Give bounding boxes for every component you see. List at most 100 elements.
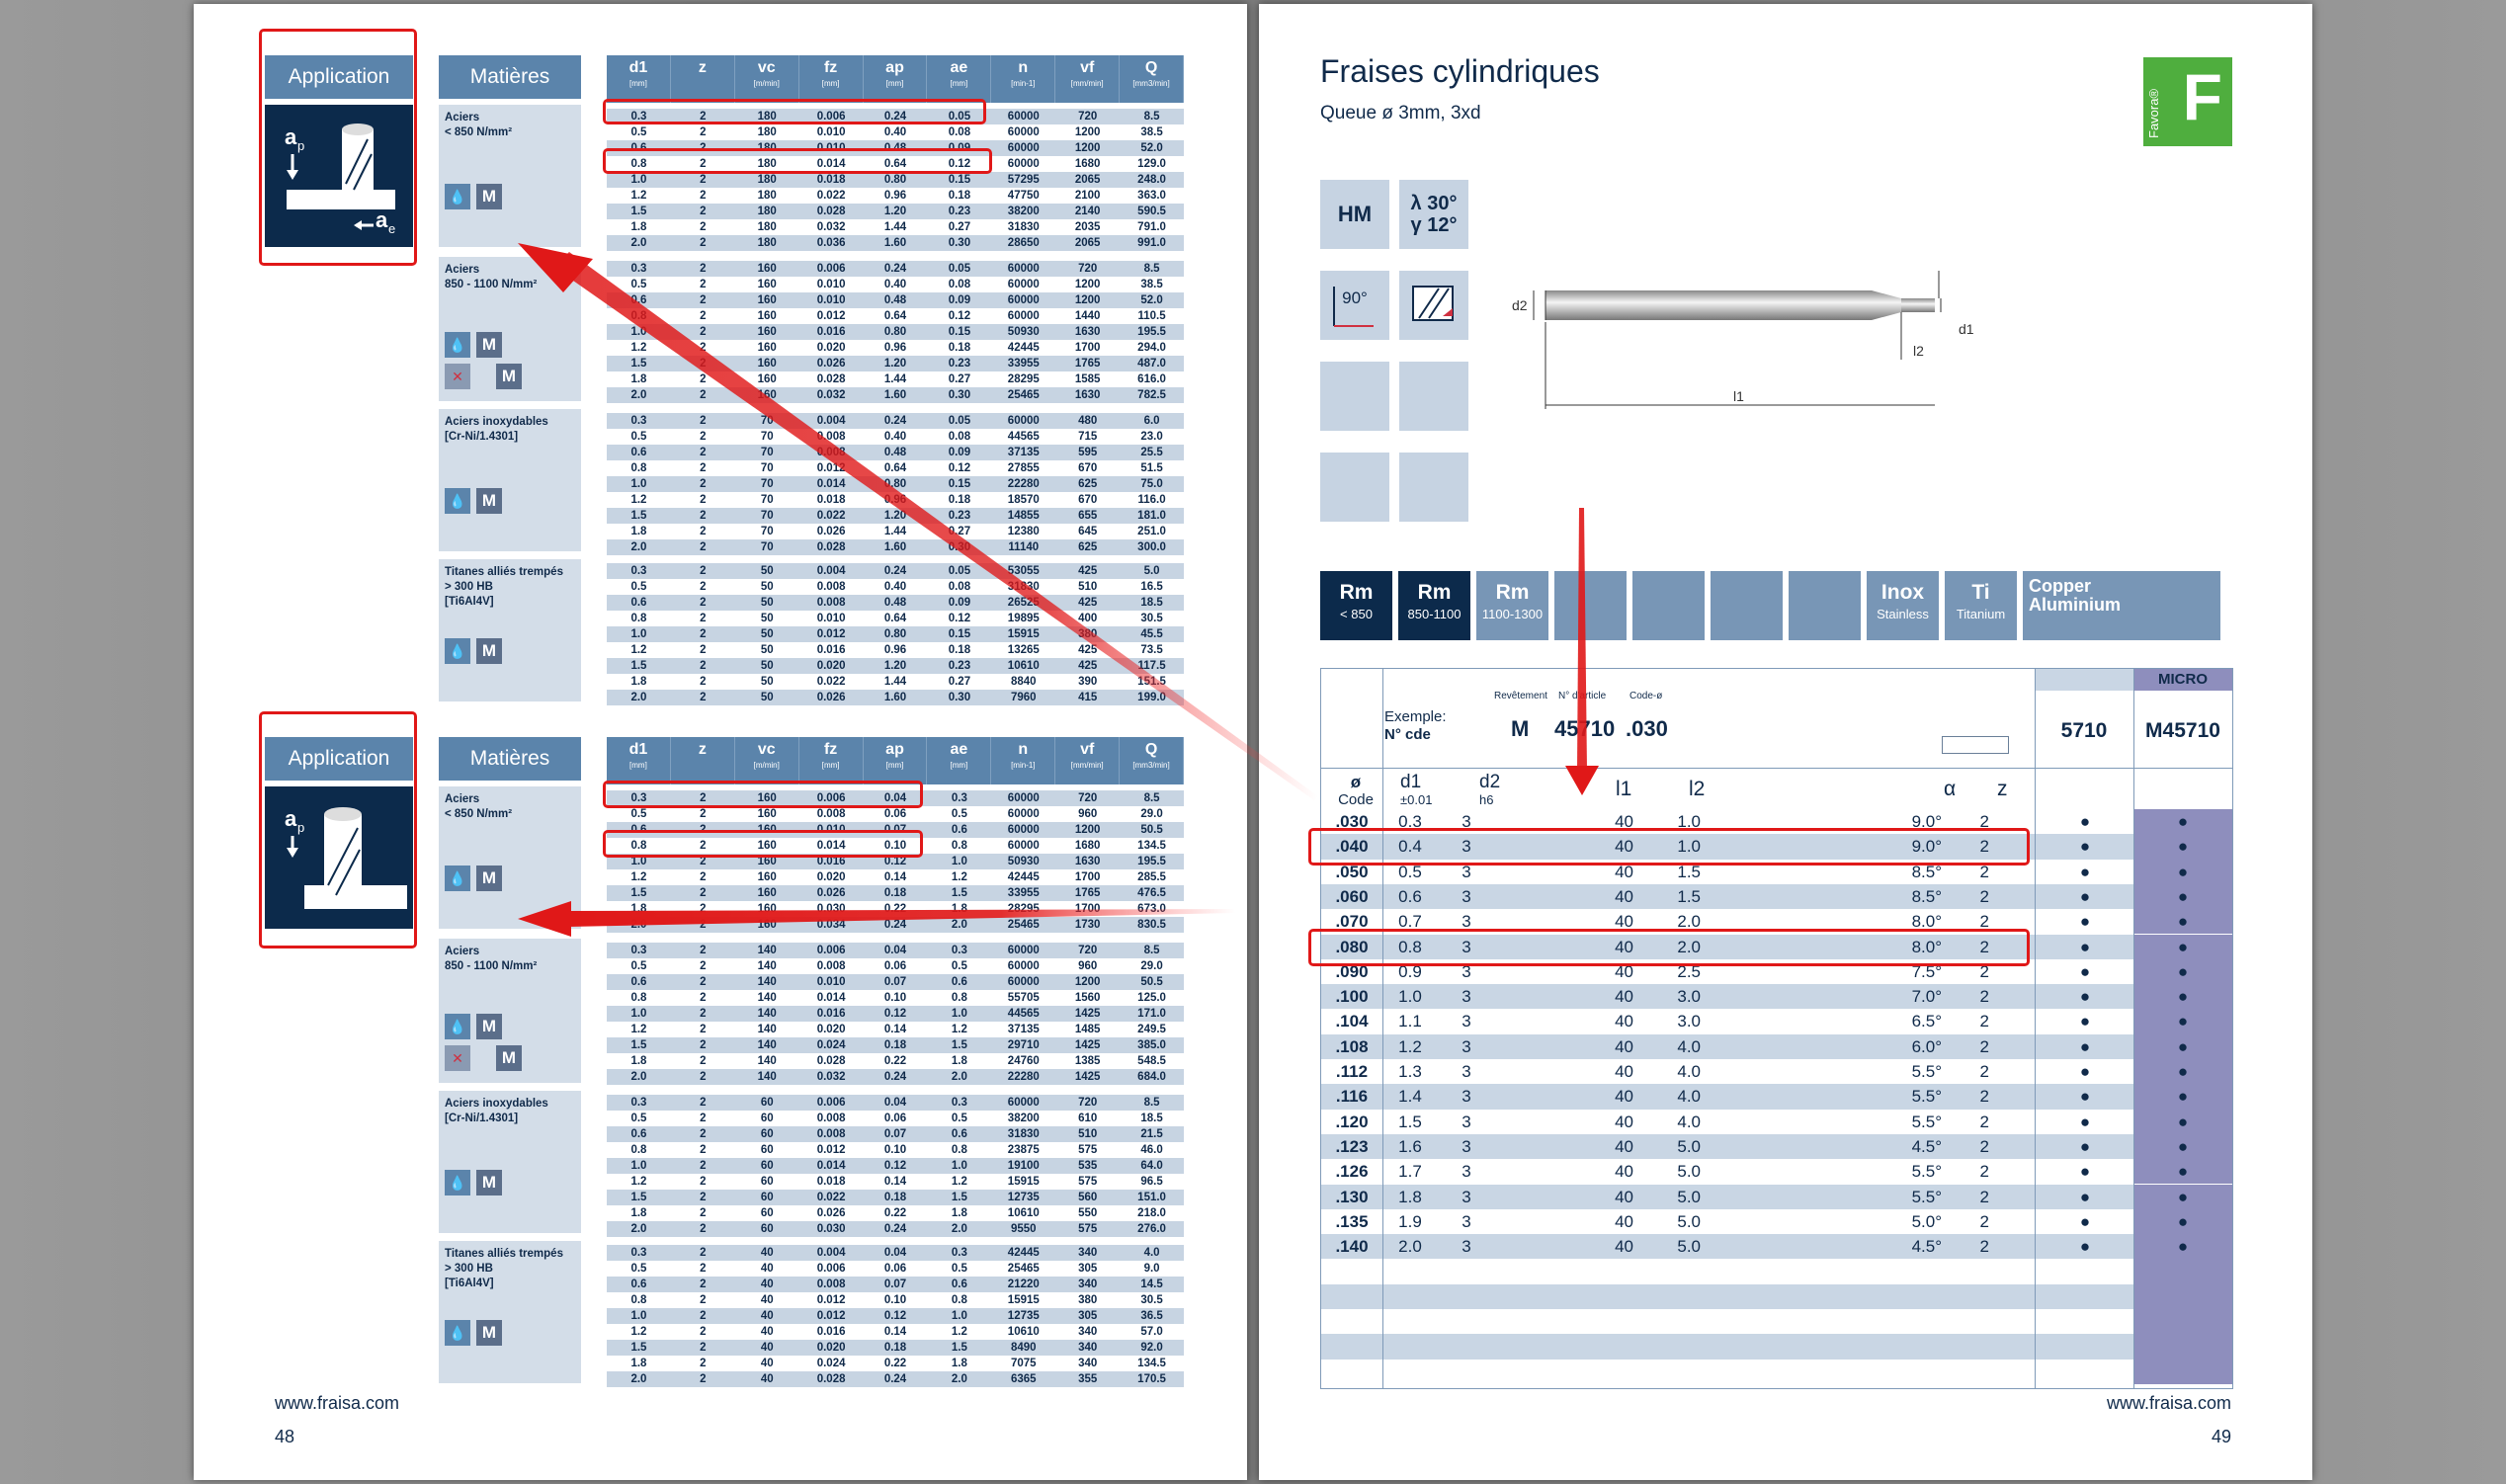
page-48: Application a p a e Matières Aciers < 85… [194,4,1247,1480]
table-cell: 11140 [1008,541,1040,553]
availability-dot: ● [2079,1112,2091,1131]
table-cell: 2 [700,373,707,385]
table-cell: 10610 [1007,1207,1040,1219]
table-cell: 340 [1078,1247,1098,1259]
material-button[interactable]: Rm < 850 [1320,571,1392,640]
table-cell: .120 [1335,1112,1369,1131]
table-row: 1.8 2 70 0.026 1.44 0.27 12380 645 251.0 [607,524,1184,539]
footer-url[interactable]: www.fraisa.com [2107,1393,2231,1414]
table-cell: 0.016 [816,1008,846,1020]
table-cell: 134.5 [1137,1358,1166,1369]
page-title: Fraises cylindriques [1320,53,1600,89]
table-cell: 2 [1979,987,1989,1007]
table-cell: 960 [1078,808,1098,820]
table-cell: 2 [700,613,707,624]
table-cell: 0.15 [948,628,971,640]
table-row[interactable] [1321,1283,2232,1309]
table-cell: 60 [760,1144,774,1156]
material-button[interactable] [1711,571,1783,640]
table-row[interactable]: .108 1.2 3 40 4.0 6.0° 2 ● ● [1321,1033,2232,1059]
col-ae: ae [mm] [927,737,992,784]
material-button[interactable] [1789,571,1861,640]
table-cell: 0.008 [816,1278,846,1290]
table-cell: 0.6 [630,1128,647,1140]
col-fz: fz [mm] [799,55,864,103]
table-row[interactable]: .112 1.3 3 40 4.0 5.5° 2 ● ● [1321,1059,2232,1085]
table-cell: 1.60 [883,389,907,401]
table-cell: 0.6 [630,294,647,306]
table-cell: 425 [1078,644,1098,656]
table-row[interactable] [1321,1359,2232,1384]
header-cell [2035,669,2133,691]
footer-url[interactable]: www.fraisa.com [275,1393,399,1414]
table-cell: 60000 [1007,960,1040,972]
table-row[interactable]: .123 1.6 3 40 5.0 4.5° 2 ● ● [1321,1133,2232,1160]
coating-label: Revêtement [1494,691,1547,701]
article-m45710[interactable]: M45710 [2133,714,2232,748]
table-cell: 1.8 [630,1207,647,1219]
table-row: 1.8 2 180 0.032 1.44 0.27 31830 2035 791.0 [607,219,1184,235]
table-cell: 0.96 [883,644,907,656]
table-cell: 60000 [1007,808,1040,820]
material-button[interactable]: Rm 850-1100 [1398,571,1470,640]
table-cell: 60000 [1007,415,1040,427]
table-row[interactable] [1321,1334,2232,1360]
table-row[interactable]: .140 2.0 3 40 5.0 4.5° 2 ● ● [1321,1234,2232,1260]
material-button[interactable]: Inox Stainless [1867,571,1939,640]
material-button[interactable] [1632,571,1705,640]
table-cell: 0.012 [816,462,846,474]
material-button[interactable]: Copper Aluminium [2023,571,2220,640]
table-cell: 28650 [1007,237,1040,249]
table-cell: 0.5 [951,960,967,972]
table-cell: 720 [1078,945,1098,956]
table-cell: 0.08 [948,431,971,443]
table-cell: 60000 [1007,142,1040,154]
material-button[interactable]: Rm 1100-1300 [1476,571,1548,640]
highlight-box [259,711,417,948]
table-cell: 70 [760,510,774,522]
table-cell: 0.6 [630,597,647,609]
availability-dot: ● [2079,961,2091,981]
table-cell: 0.010 [816,126,846,138]
table-cell: 0.10 [883,1144,907,1156]
d2-header: d2 h6 [1479,772,1501,807]
table-cell: 1200 [1074,824,1101,836]
table-row: 1.0 2 60 0.014 0.12 1.0 19100 535 64.0 [607,1158,1184,1174]
table-row[interactable]: .060 0.6 3 40 1.5 8.5° 2 ● ● [1321,883,2232,910]
table-row[interactable]: .116 1.4 3 40 4.0 5.5° 2 ● ● [1321,1084,2232,1110]
material-button[interactable] [1554,571,1627,640]
table-cell: 9550 [1010,1223,1037,1235]
article-5710[interactable]: 5710 [2035,714,2133,748]
table-row: 1.5 2 60 0.022 0.18 1.5 12735 560 151.0 [607,1190,1184,1205]
table-cell: 0.5 [630,1263,647,1275]
table-cell: 294.0 [1137,342,1166,354]
table-cell: 40 [1615,1237,1633,1257]
table-row[interactable]: .104 1.1 3 40 3.0 6.5° 2 ● ● [1321,1009,2232,1034]
table-row: 0.6 2 140 0.010 0.07 0.6 60000 1200 50.5 [607,974,1184,990]
table-cell: 0.80 [883,174,907,186]
table-row[interactable]: .130 1.8 3 40 5.0 5.5° 2 ● ● [1321,1184,2232,1209]
col-vf: vf [mm/min] [1055,737,1121,784]
table-cell: 5.0 [1677,1211,1701,1231]
material-button[interactable]: Ti Titanium [1945,571,2017,640]
table-cell: 2 [700,447,707,458]
table-cell: 31830 [1007,1128,1040,1140]
table-cell: 1680 [1074,840,1101,852]
table-cell: 2 [700,808,707,820]
table-cell: 0.96 [883,342,907,354]
table-cell: 1765 [1074,887,1101,899]
table-row: 2.0 2 160 0.032 1.60 0.30 25465 1630 782.5 [607,387,1184,403]
table-cell: 390 [1078,676,1098,688]
table-row[interactable]: .126 1.7 3 40 5.0 5.5° 2 ● ● [1321,1159,2232,1185]
table-row[interactable]: .120 1.5 3 40 4.0 5.5° 2 ● ● [1321,1109,2232,1134]
table-row[interactable] [1321,1259,2232,1284]
table-row[interactable] [1321,1309,2232,1335]
table-row[interactable]: .135 1.9 3 40 5.0 5.0° 2 ● ● [1321,1208,2232,1235]
table-cell: 31830 [1007,581,1040,593]
table-row: 0.8 2 40 0.012 0.10 0.8 15915 380 30.5 [607,1292,1184,1308]
table-row[interactable]: .100 1.0 3 40 3.0 7.0° 2 ● ● [1321,984,2232,1010]
table-cell: 22280 [1007,478,1040,490]
table-cell: 0.034 [816,919,846,931]
cutting-data-table-bottom: d1 [mm] z vc [m/min] fz [mm] ap [mm] ae [mm] … [607,737,1185,1387]
favora-logo: F Favora® [2143,57,2232,146]
